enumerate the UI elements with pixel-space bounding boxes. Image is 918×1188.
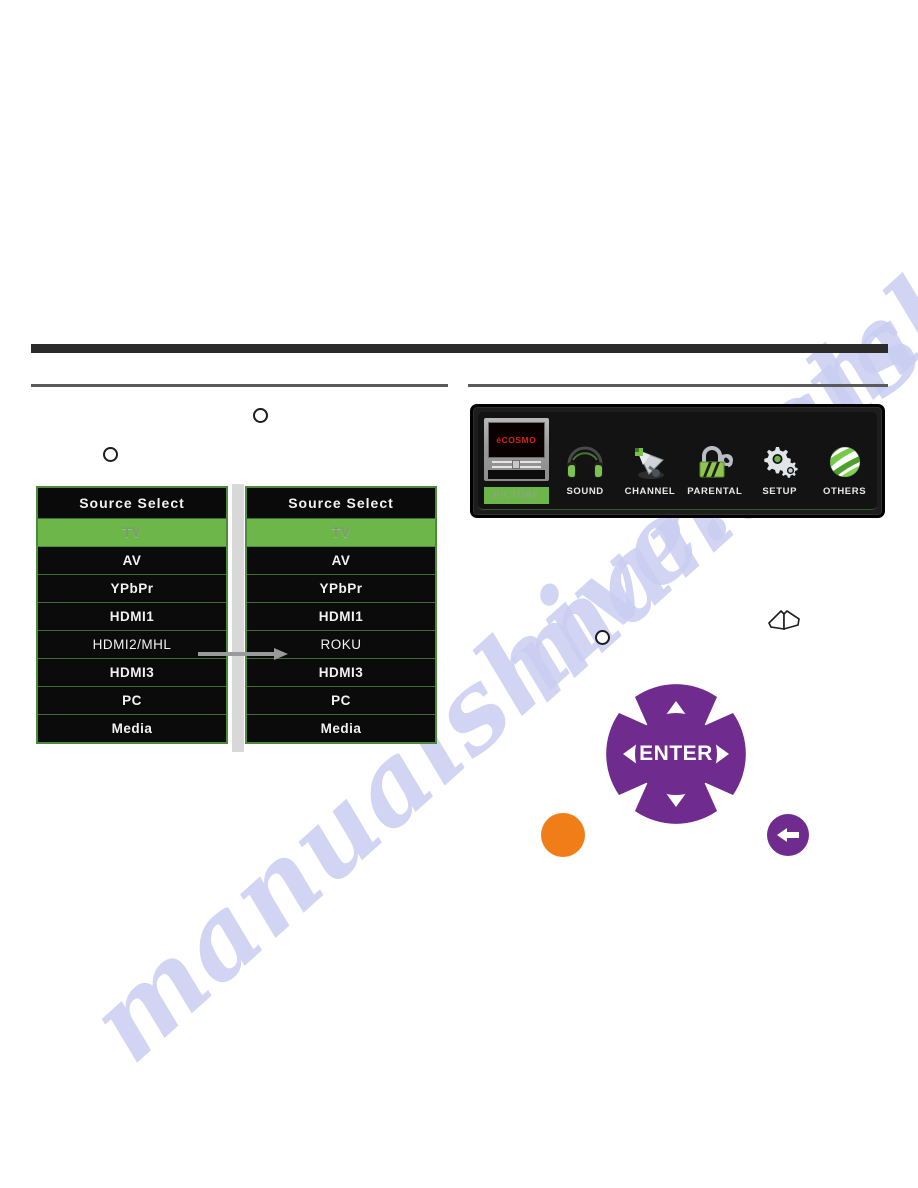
osd-menu-label-sound: SOUND <box>566 486 604 497</box>
osd-menu-item-setup[interactable]: SETUP <box>747 412 812 509</box>
source-select-title: Source Select <box>38 488 226 519</box>
source-item-hdmi3[interactable]: HDMI3 <box>247 659 435 687</box>
osd-menu-label-others: OTHERS <box>822 486 867 497</box>
gears-icon <box>760 436 800 480</box>
osd-menu-item-picture-plate: PICTURE <box>484 487 549 504</box>
callout-marker-1 <box>253 408 268 423</box>
remote-dpad: ENTER <box>606 684 746 824</box>
remote-back-button[interactable] <box>767 814 809 856</box>
source-item-hdmi3[interactable]: HDMI3 <box>38 659 226 687</box>
panel-divider-strip <box>232 484 244 752</box>
globe-icon <box>826 436 864 480</box>
source-select-panel-before: Source Select TV AV YPbPr HDMI1 HDMI2/MH… <box>36 486 228 744</box>
source-item-media[interactable]: Media <box>247 715 435 742</box>
source-item-pc[interactable]: PC <box>247 687 435 715</box>
tv-picture-icon: éCOSMO <box>484 418 549 481</box>
source-item-hdmi1[interactable]: HDMI1 <box>38 603 226 631</box>
source-item-tv[interactable]: TV <box>247 519 435 547</box>
brightness-slider-graphic <box>488 458 545 470</box>
osd-menu-items: éCOSMO PICTURE SOUND CHANNEL PARENTAL SE… <box>478 412 877 510</box>
source-item-av[interactable]: AV <box>247 547 435 575</box>
osd-menu-label-picture: PICTURE <box>493 490 540 501</box>
padlock-icon <box>694 436 736 480</box>
right-arrow-icon <box>198 648 288 660</box>
source-item-media[interactable]: Media <box>38 715 226 742</box>
osd-menu-item-channel[interactable]: CHANNEL <box>618 412 683 509</box>
callout-marker-2 <box>103 447 118 462</box>
section-rule-right <box>468 384 888 387</box>
source-select-title: Source Select <box>247 488 435 519</box>
osd-menu-label-parental: PARENTAL <box>687 486 743 497</box>
source-select-panel-after: Source Select TV AV YPbPr HDMI1 ROKU HDM… <box>245 486 437 744</box>
source-item-av[interactable]: AV <box>38 547 226 575</box>
source-item-pc[interactable]: PC <box>38 687 226 715</box>
back-arrow-icon <box>777 828 799 842</box>
watermark-text-secondary: manualshive.com <box>475 0 918 727</box>
tv-base-strip <box>488 470 545 479</box>
source-item-ypbpr[interactable]: YPbPr <box>38 575 226 603</box>
callout-marker-3 <box>595 630 610 645</box>
osd-menu-label-channel: CHANNEL <box>624 486 676 497</box>
headphones-icon <box>565 436 605 480</box>
brand-logo-text: éCOSMO <box>496 435 537 445</box>
section-rule-left <box>31 384 448 387</box>
osd-menu-item-parental[interactable]: PARENTAL <box>682 412 747 509</box>
orange-round-button-icon[interactable] <box>541 813 585 857</box>
osd-menu-item-picture[interactable]: éCOSMO PICTURE <box>478 412 553 509</box>
osd-menu-label-setup: SETUP <box>762 486 798 497</box>
osd-main-menu-bar: éCOSMO PICTURE SOUND CHANNEL PARENTAL SE… <box>470 404 885 518</box>
osd-menu-item-others[interactable]: OTHERS <box>812 412 877 509</box>
open-book-icon <box>768 609 800 631</box>
source-item-hdmi1[interactable]: HDMI1 <box>247 603 435 631</box>
tv-screen: éCOSMO <box>488 422 545 458</box>
header-divider-bar <box>31 344 888 353</box>
source-item-ypbpr[interactable]: YPbPr <box>247 575 435 603</box>
dpad-enter-label: ENTER <box>639 742 713 765</box>
source-item-tv[interactable]: TV <box>38 519 226 547</box>
dpad-enter-button[interactable]: ENTER <box>635 713 717 795</box>
satellite-dish-icon <box>629 436 671 480</box>
osd-menu-item-sound[interactable]: SOUND <box>553 412 618 509</box>
